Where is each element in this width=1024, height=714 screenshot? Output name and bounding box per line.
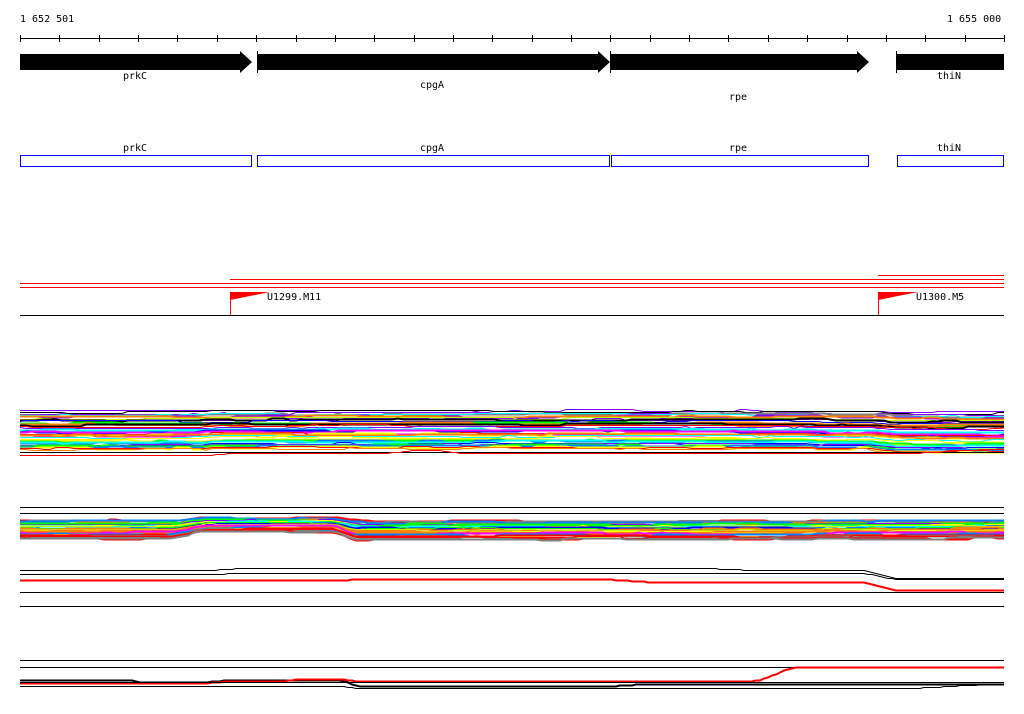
gene-box-rpe[interactable] bbox=[611, 155, 869, 167]
gene-arrow-rpe[interactable] bbox=[611, 51, 869, 73]
marker-label-U1299[interactable]: U1299.M11 bbox=[267, 293, 321, 303]
gene-arrow-cpgA[interactable] bbox=[258, 51, 610, 73]
marker-label-U1300[interactable]: U1300.M5 bbox=[916, 293, 964, 303]
gene-arrow-thiN-start-tick bbox=[896, 51, 897, 73]
signal-red bbox=[20, 666, 1004, 685]
gene-arrow-thiN[interactable] bbox=[897, 54, 1004, 70]
gene-label-rpe: rpe bbox=[729, 92, 748, 103]
genome-track-canvas bbox=[19, 35, 1005, 689]
coordinate-ruler bbox=[20, 35, 1005, 42]
gene-arrow-prkC[interactable] bbox=[20, 51, 252, 73]
gene-box-label-rpe: rpe bbox=[729, 143, 748, 154]
signal-block-1 bbox=[19, 409, 1005, 454]
marker-flag-U1299[interactable] bbox=[230, 292, 270, 315]
gene-label-thiN: thiN bbox=[937, 71, 962, 82]
marker-flag-U1300[interactable] bbox=[878, 292, 918, 315]
gene-arrow-cpgA-start-tick bbox=[257, 51, 258, 73]
gene-box-label-cpgA: cpgA bbox=[420, 143, 445, 154]
gene-box-cpgA[interactable] bbox=[257, 155, 610, 167]
gene-box-label-prkC: prkC bbox=[123, 143, 148, 154]
gene-arrows bbox=[20, 51, 1004, 73]
gene-box-prkC[interactable] bbox=[20, 155, 252, 167]
gene-boxes bbox=[20, 155, 1004, 167]
gene-box-thiN[interactable] bbox=[897, 155, 1004, 167]
signal-tracks bbox=[19, 409, 1005, 689]
signal-block-2 bbox=[19, 516, 1005, 542]
signal-red bbox=[20, 578, 1004, 592]
gene-box-label-thiN: thiN bbox=[937, 143, 962, 154]
gene-arrow-rpe-start-tick bbox=[610, 51, 611, 73]
gene-label-cpgA: cpgA bbox=[420, 80, 445, 91]
marker-track bbox=[20, 275, 1004, 316]
gene-label-prkC: prkC bbox=[123, 71, 148, 82]
